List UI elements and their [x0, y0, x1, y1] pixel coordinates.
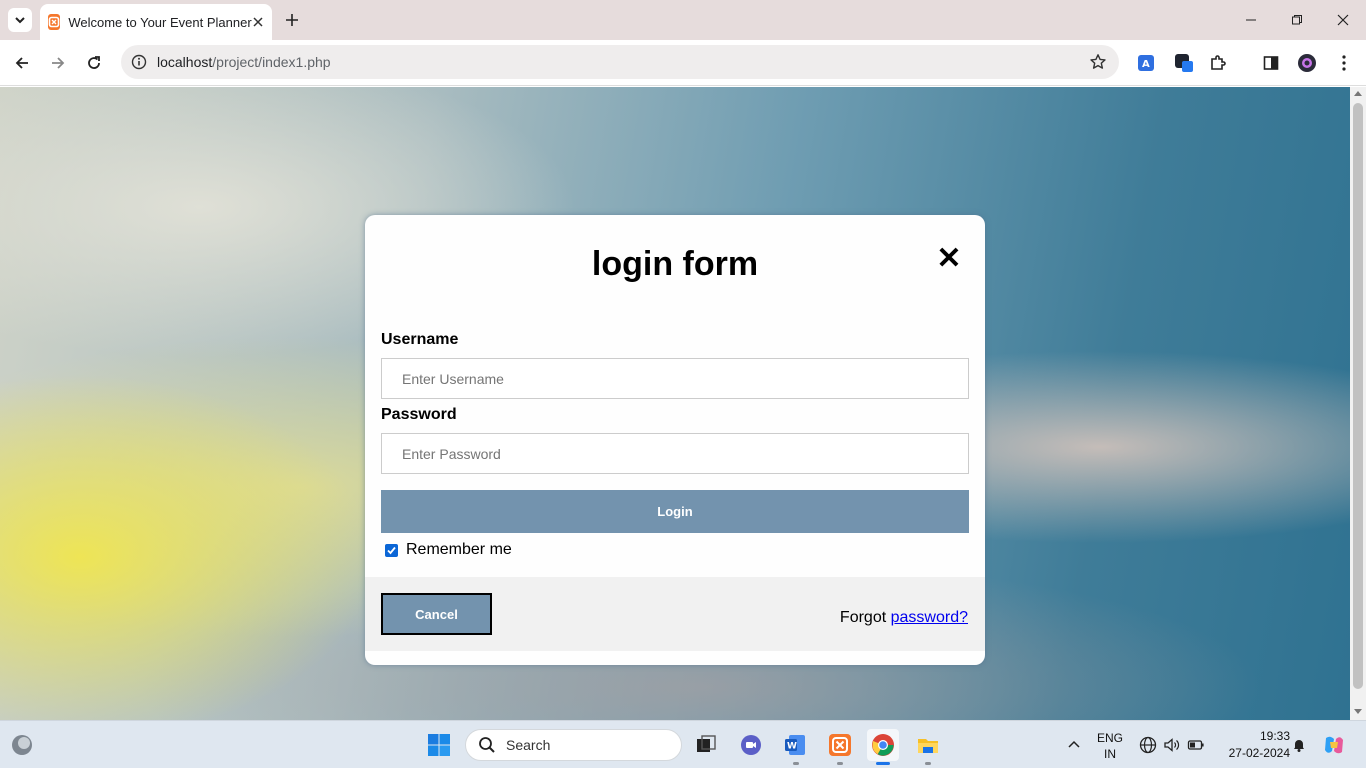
restore-icon [1292, 15, 1302, 25]
clock-time: 19:33 [1259, 729, 1290, 743]
notification-bell-icon[interactable] [1283, 729, 1315, 761]
close-modal-icon[interactable]: ✕ [935, 244, 963, 274]
url-text[interactable]: localhost/project/index1.php [157, 54, 331, 70]
address-bar[interactable]: localhost/project/index1.php [121, 45, 1119, 79]
region-code: IN [1104, 747, 1116, 761]
clock-date: 27-02-2024 [1228, 746, 1290, 760]
browser-titlebar: Welcome to Your Event Planner [0, 0, 1366, 40]
word-running-indicator [793, 762, 799, 765]
cancel-button[interactable]: Cancel [381, 593, 492, 635]
site-info-icon[interactable] [129, 52, 149, 72]
tab-search-button[interactable] [8, 8, 32, 32]
side-panel-icon[interactable] [1260, 52, 1282, 74]
xampp-favicon-icon [48, 14, 61, 30]
arrow-right-icon [52, 57, 65, 69]
url-path: /project/index1.php [212, 54, 331, 70]
username-label: Username [381, 331, 459, 348]
arrow-left-icon [15, 57, 28, 69]
chrome-active-indicator [876, 762, 890, 765]
extensions-puzzle-icon[interactable] [1207, 52, 1229, 74]
task-view-icon[interactable] [690, 729, 722, 761]
close-window-button[interactable] [1320, 0, 1366, 40]
page-background: login form ✕ Username Password Login Rem… [0, 87, 1350, 720]
restore-button[interactable] [1274, 0, 1320, 40]
profile-avatar-icon[interactable] [1296, 52, 1318, 74]
new-tab-button[interactable] [282, 10, 302, 30]
bookmark-star-icon[interactable] [1089, 53, 1107, 71]
copilot-taskbar-icon[interactable] [1318, 729, 1350, 761]
checkmark-icon [387, 546, 396, 554]
translate-extension-icon[interactable]: A [1135, 52, 1157, 74]
back-button[interactable] [10, 51, 34, 75]
forgot-prefix: Forgot [839, 609, 887, 626]
forgot-password-text: Forgot password? [840, 609, 968, 627]
close-icon [1337, 14, 1349, 26]
scroll-up-arrow-icon[interactable] [1354, 91, 1362, 96]
clock[interactable]: 19:33 27-02-2024 [1214, 729, 1290, 760]
browser-menu-icon[interactable] [1333, 52, 1355, 74]
word-app-icon[interactable]: W [779, 729, 811, 761]
chevron-down-icon [15, 17, 25, 24]
explorer-running-indicator [925, 762, 931, 765]
page-scrollbar[interactable] [1350, 87, 1366, 720]
search-icon [479, 737, 495, 753]
file-explorer-icon[interactable] [912, 729, 944, 761]
scroll-thumb[interactable] [1353, 103, 1363, 689]
remember-me-checkbox[interactable] [385, 543, 398, 557]
svg-text:W: W [787, 742, 797, 752]
minimize-icon [1246, 19, 1256, 21]
taskbar-search-label: Search [506, 737, 551, 753]
minimize-button[interactable] [1228, 0, 1274, 40]
taskbar: Search W ENG IN 19:33 27-02-2024 [0, 720, 1366, 768]
language-code: ENG [1096, 731, 1123, 745]
remember-me-label: Remember me [406, 541, 512, 558]
remember-me-row[interactable]: Remember me [385, 541, 512, 559]
scroll-down-arrow-icon[interactable] [1354, 709, 1362, 714]
widgets-weather-icon[interactable] [6, 729, 38, 761]
teams-chat-icon[interactable] [735, 729, 767, 761]
browser-tab[interactable]: Welcome to Your Event Planner [40, 4, 272, 40]
copilot-extension-icon[interactable] [1173, 52, 1195, 74]
svg-text:A: A [1142, 59, 1150, 70]
battery-icon[interactable] [1180, 729, 1212, 761]
username-input[interactable] [381, 358, 969, 399]
plus-icon [286, 14, 298, 26]
taskbar-search-box[interactable]: Search [465, 729, 682, 761]
start-windows-icon[interactable] [423, 729, 455, 761]
tab-close-icon[interactable] [252, 14, 264, 30]
reload-button[interactable] [82, 51, 106, 75]
tab-title: Welcome to Your Event Planner [68, 14, 252, 30]
forgot-password-link[interactable]: password? [891, 609, 968, 626]
xampp-running-indicator [837, 762, 843, 765]
login-button[interactable]: Login [381, 490, 969, 533]
password-input[interactable] [381, 433, 969, 474]
modal-title: login form [591, 245, 759, 283]
password-label: Password [381, 406, 457, 423]
xampp-app-icon[interactable] [824, 729, 856, 761]
forward-button[interactable] [46, 51, 70, 75]
show-hidden-icons-chevron-up-icon[interactable] [1058, 729, 1090, 761]
chrome-app-icon[interactable] [867, 729, 899, 761]
modal-footer: Cancel Forgot password? [365, 577, 985, 651]
login-modal: login form ✕ Username Password Login Rem… [365, 215, 985, 665]
url-host: localhost [157, 54, 213, 70]
language-indicator[interactable]: ENG IN [1092, 731, 1128, 761]
reload-icon [88, 56, 100, 69]
browser-toolbar: localhost/project/index1.php A [0, 40, 1366, 86]
